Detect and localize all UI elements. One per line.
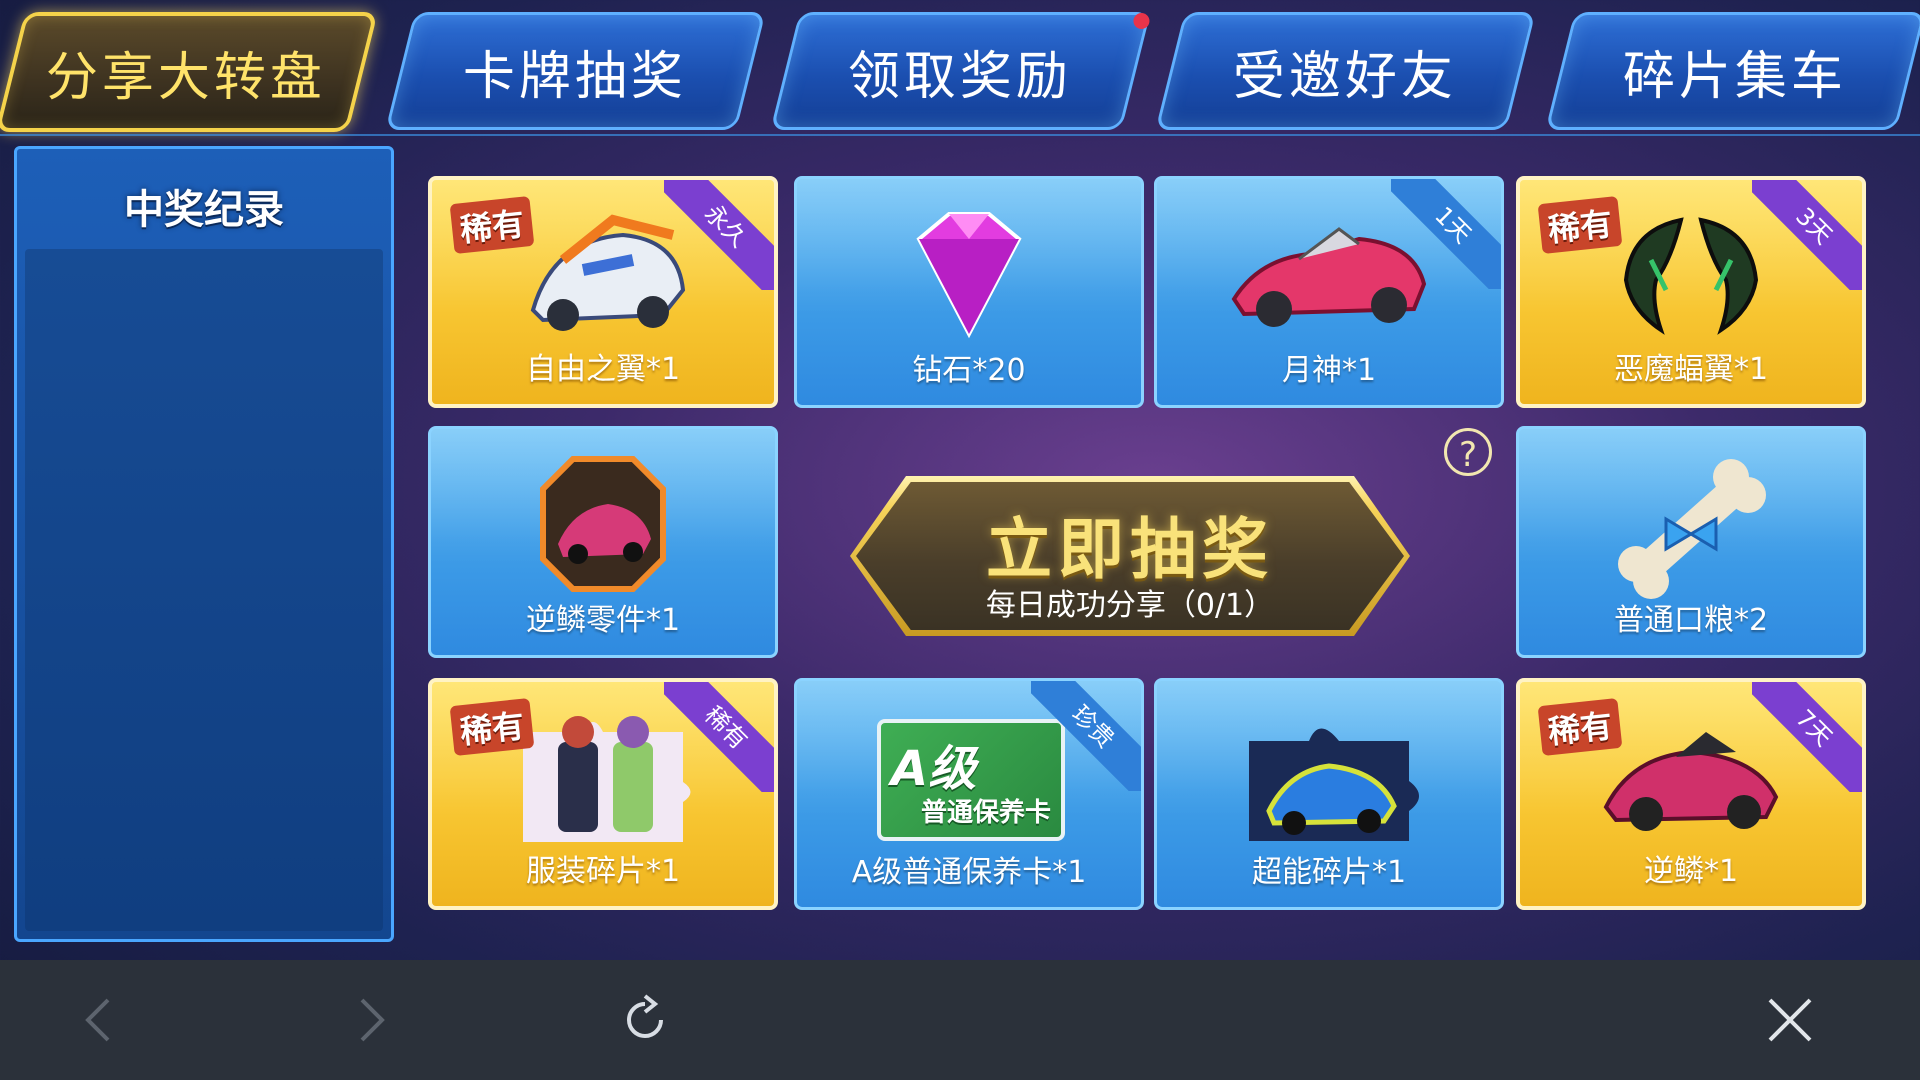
tab-label: 领取奖励 bbox=[848, 46, 1073, 107]
draw-area: 立即抽奖 每日成功分享（0/1） bbox=[790, 420, 1490, 670]
prize-card: 逆鳞零件*1 bbox=[428, 426, 778, 658]
help-icon[interactable]: ? bbox=[1444, 428, 1492, 476]
prize-label: 钻石*20 bbox=[912, 353, 1026, 388]
rare-tag: 稀有 bbox=[1537, 195, 1623, 255]
close-icon[interactable] bbox=[1750, 980, 1830, 1060]
duration-ribbon: 7天 bbox=[1752, 682, 1862, 792]
bottom-navigation bbox=[0, 960, 1920, 1080]
notification-dot bbox=[1133, 13, 1150, 29]
win-records-list[interactable] bbox=[25, 249, 383, 931]
tab-underline bbox=[0, 134, 1920, 136]
refresh-icon[interactable] bbox=[605, 980, 685, 1060]
prize-label: 自由之翼*1 bbox=[525, 352, 681, 387]
win-records-title: 中奖纪录 bbox=[124, 187, 284, 233]
rare-tag: 稀有 bbox=[449, 697, 535, 757]
tab-bar: 分享大转盘 卡牌抽奖 领取奖励 受邀好友 碎片集车 bbox=[0, 0, 1920, 136]
prize-label: 逆鳞零件*1 bbox=[525, 603, 681, 638]
daily-share-progress: 每日成功分享（0/1） bbox=[985, 588, 1275, 623]
prize-card: 稀有 永久 自由之翼*1 bbox=[428, 176, 778, 408]
prize-card: 稀有 3天 恶魔蝠翼*1 bbox=[1516, 176, 1866, 408]
diamond-icon bbox=[916, 212, 1022, 339]
tab-label: 碎片集车 bbox=[1623, 46, 1848, 107]
car-part-icon bbox=[540, 456, 666, 592]
car-puzzle-icon bbox=[1249, 728, 1419, 841]
tab-label: 受邀好友 bbox=[1233, 46, 1458, 107]
bat-wings-icon bbox=[1623, 217, 1759, 335]
prize-card: 钻石*20 bbox=[794, 176, 1144, 408]
win-records-panel: 中奖纪录 bbox=[14, 146, 394, 942]
duration-ribbon: 永久 bbox=[664, 180, 774, 290]
duration-ribbon: 1天 bbox=[1391, 179, 1501, 289]
bone-icon bbox=[1618, 459, 1766, 599]
prize-label: 服装碎片*1 bbox=[525, 854, 681, 889]
tab-claim-rewards[interactable]: 领取奖励 bbox=[770, 12, 1151, 130]
rarity-ribbon: 珍贵 bbox=[1031, 681, 1141, 791]
duration-ribbon: 3天 bbox=[1752, 180, 1862, 290]
prize-card: A级 普通保养卡 珍贵 A级普通保养卡*1 bbox=[794, 678, 1144, 910]
tab-label: 分享大转盘 bbox=[46, 47, 327, 108]
prize-label: 月神*1 bbox=[1281, 353, 1377, 388]
prize-label: A级普通保养卡*1 bbox=[851, 855, 1087, 890]
draw-now-label: 立即抽奖 bbox=[986, 511, 1274, 588]
prize-card: 稀有 7天 逆鳞*1 bbox=[1516, 678, 1866, 910]
rare-tag: 稀有 bbox=[449, 195, 535, 255]
forward-icon[interactable] bbox=[330, 980, 410, 1060]
tab-invited-friends[interactable]: 受邀好友 bbox=[1155, 12, 1536, 130]
prize-card: 普通口粮*2 bbox=[1516, 426, 1866, 658]
prize-label: 恶魔蝠翼*1 bbox=[1613, 352, 1769, 387]
tab-share-wheel[interactable]: 分享大转盘 bbox=[0, 12, 378, 132]
prize-label: 逆鳞*1 bbox=[1643, 854, 1739, 889]
rarity-ribbon: 稀有 bbox=[664, 682, 774, 792]
prize-card: 1天 月神*1 bbox=[1154, 176, 1504, 408]
rare-tag: 稀有 bbox=[1537, 697, 1623, 757]
prize-card: 稀有 稀有 服装碎片*1 bbox=[428, 678, 778, 910]
prize-card: 超能碎片*1 bbox=[1154, 678, 1504, 910]
back-icon[interactable] bbox=[60, 980, 140, 1060]
prize-label: 超能碎片*1 bbox=[1251, 855, 1407, 890]
tab-card-draw[interactable]: 卡牌抽奖 bbox=[385, 12, 766, 130]
prize-label: 普通口粮*2 bbox=[1613, 603, 1769, 638]
tab-label: 卡牌抽奖 bbox=[463, 46, 688, 107]
tab-fragment-collect[interactable]: 碎片集车 bbox=[1545, 12, 1920, 130]
